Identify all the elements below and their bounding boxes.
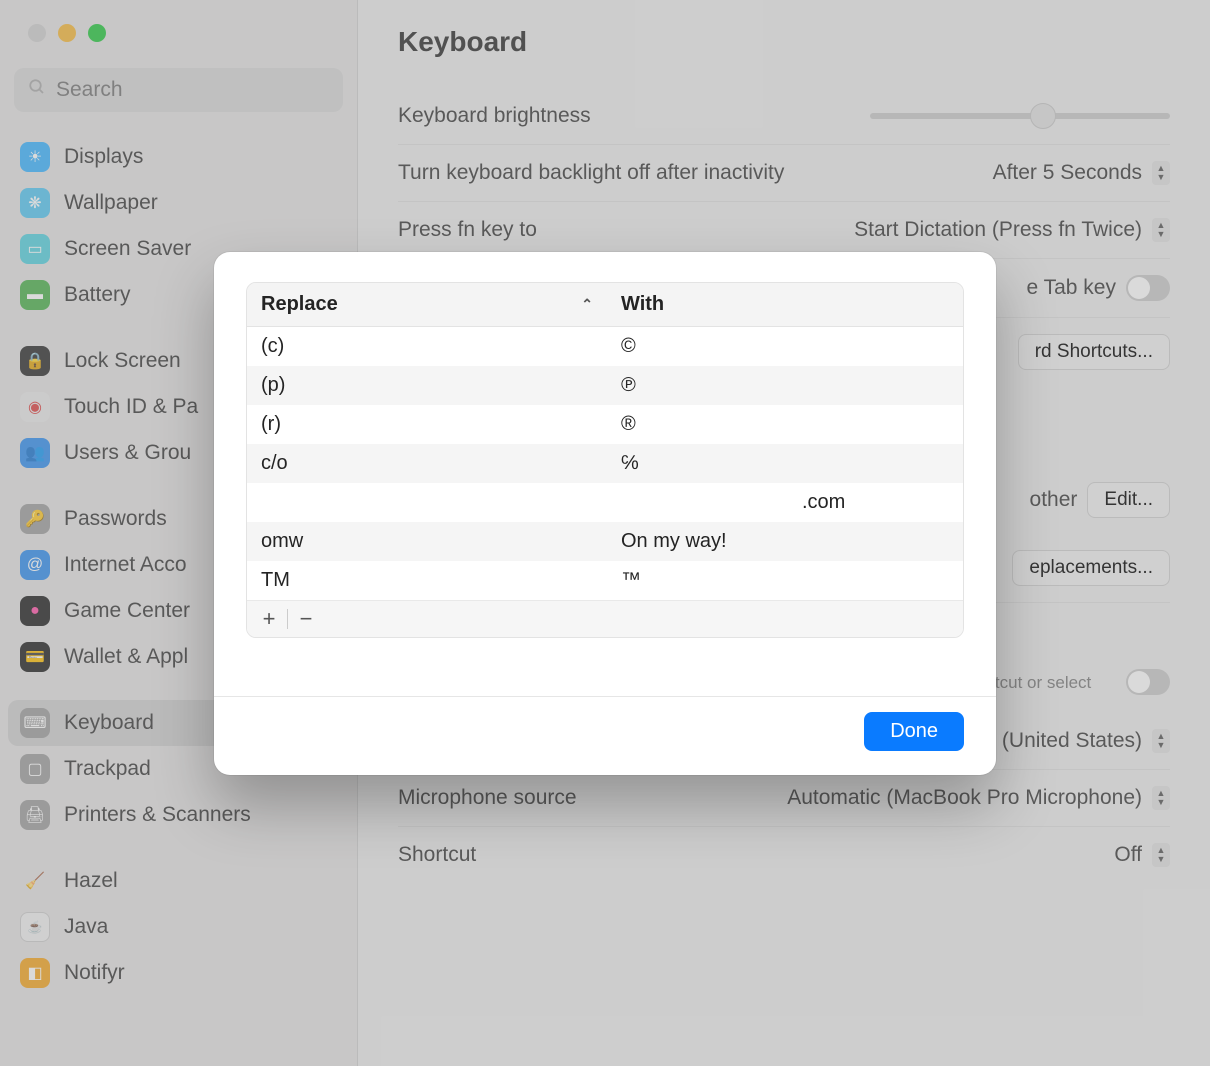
cell-replace: (c) [247,327,607,366]
header-replace-label: Replace [261,293,338,316]
header-with[interactable]: With [607,283,963,326]
remove-button[interactable]: − [292,605,320,633]
table-row[interactable]: omwOn my way! [247,522,963,561]
cell-replace: TM [247,561,607,600]
chevron-up-icon: ⌃ [581,296,593,313]
cell-replace: omw [247,522,607,561]
cell-replace [247,483,607,522]
table-footer: + − [247,600,963,637]
cell-replace: (p) [247,366,607,405]
cell-with: .com [607,483,963,522]
cell-replace: c/o [247,444,607,483]
cell-with: © [607,327,963,366]
text-replacements-modal: Replace ⌃ With (c)© (p)℗ (r)® c/o℅ .com … [214,252,996,775]
cell-with: On my way! [607,522,963,561]
cell-with: ℗ [607,366,963,405]
table-row[interactable]: TM™ [247,561,963,600]
header-with-label: With [621,293,664,315]
modal-buttons: Done [246,696,964,751]
table-row[interactable]: (c)© [247,327,963,366]
add-button[interactable]: + [255,605,283,633]
replacements-table: Replace ⌃ With (c)© (p)℗ (r)® c/o℅ .com … [246,282,964,638]
table-row[interactable]: c/o℅ [247,444,963,483]
header-replace[interactable]: Replace ⌃ [247,283,607,326]
table-row[interactable]: (r)® [247,405,963,444]
cell-with: ™ [607,561,963,600]
table-body: (c)© (p)℗ (r)® c/o℅ .com omwOn my way! T… [247,327,963,600]
cell-with: ® [607,405,963,444]
divider [287,609,288,629]
table-row[interactable]: .com [247,483,963,522]
done-button[interactable]: Done [864,712,964,751]
cell-with: ℅ [607,444,963,483]
table-row[interactable]: (p)℗ [247,366,963,405]
table-header: Replace ⌃ With [247,283,963,327]
cell-replace: (r) [247,405,607,444]
